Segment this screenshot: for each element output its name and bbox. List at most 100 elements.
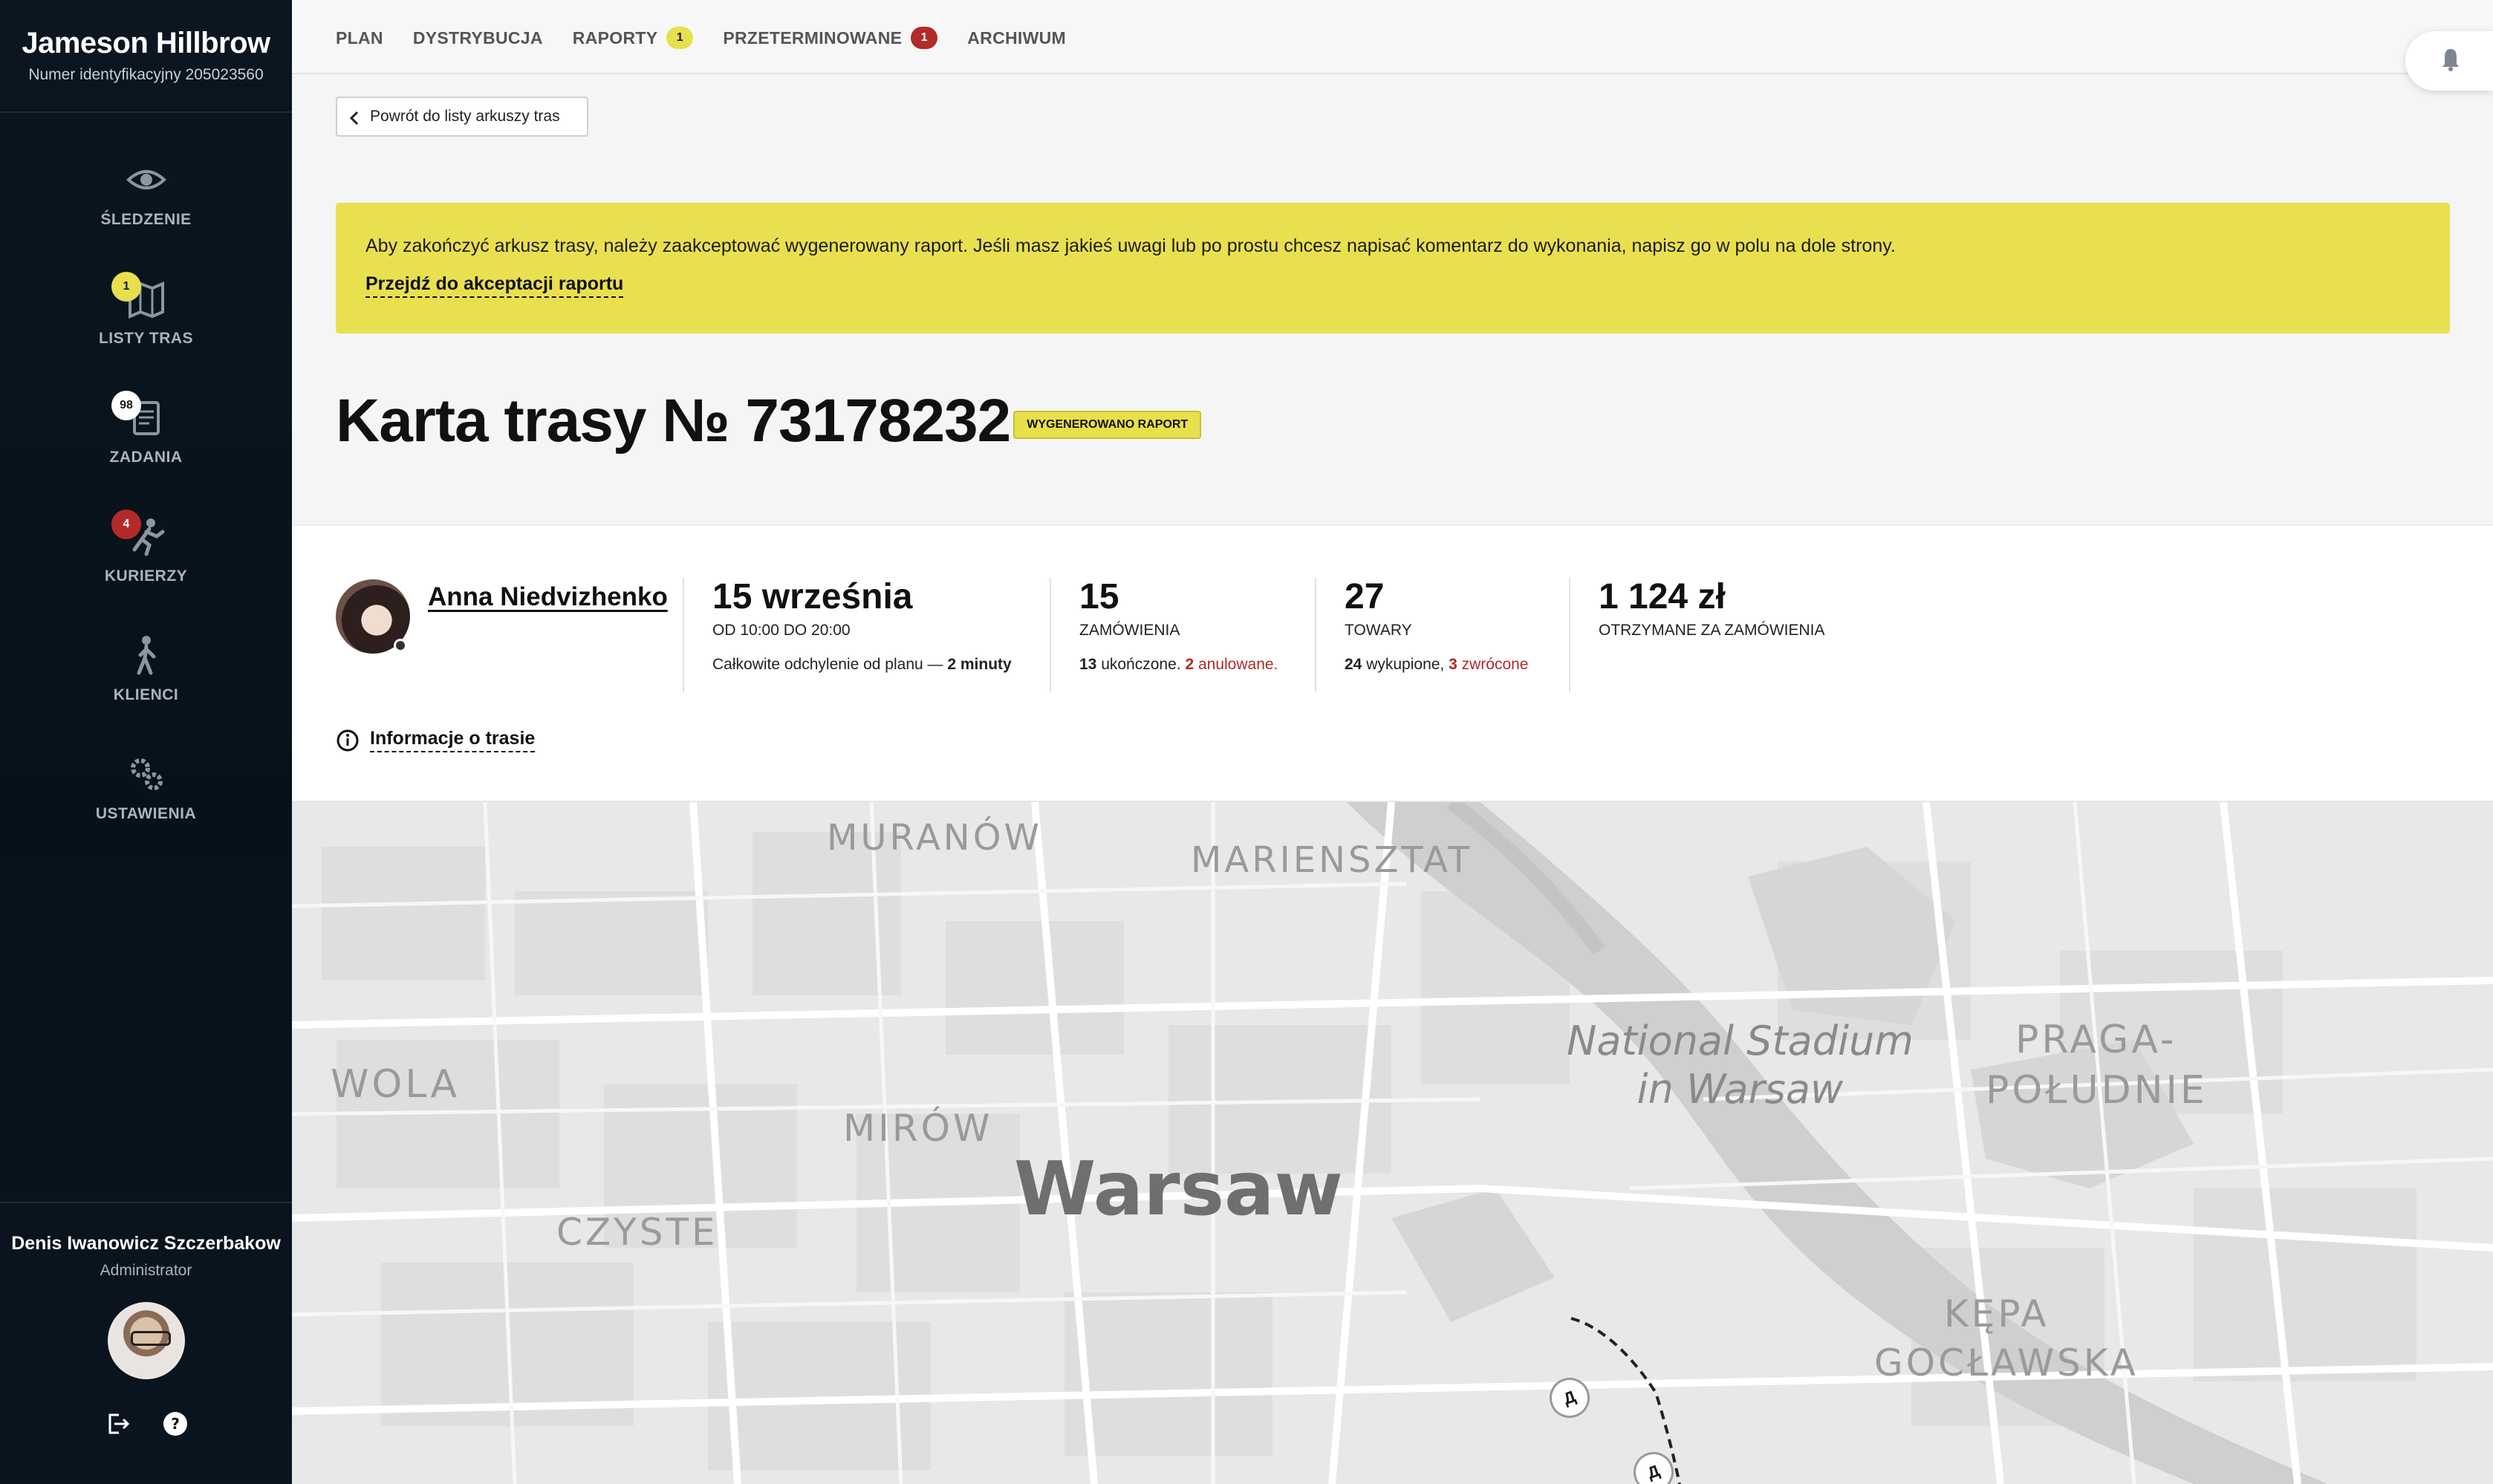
stat-orders-value: 15 (1079, 577, 1119, 616)
orders-cancel-label: anulowane. (1194, 655, 1278, 673)
bell-icon (2442, 49, 2459, 71)
tasks-badge: 98 (111, 391, 141, 420)
poi-line-1: National Stadium (1567, 1018, 1914, 1064)
page-title: Karta trasy № 73178232 (336, 387, 1011, 455)
route-map[interactable]: MURANÓW MARIENSZTAT WOLA MIRÓW CZYSTE PR… (292, 802, 2493, 1484)
courier-name-link[interactable]: Anna Niedvizhenko (428, 582, 668, 612)
stat-money-value: 1 124 zł (1599, 577, 1726, 616)
user-panel: Denis Iwanowicz Szczerbakow Administrato… (0, 1202, 292, 1484)
couriers-badge: 4 (111, 510, 141, 539)
brand[interactable]: Jameson Hillbrow Numer identyfikacyjny 2… (0, 0, 292, 113)
map-label-praga: PRAGA- (2015, 1018, 2177, 1062)
route-info-label: Informacje o trasie (370, 728, 536, 752)
tab-archive[interactable]: ARCHIWUM (967, 27, 1066, 49)
deviation-label: Całkowite odchylenie od planu — (712, 655, 948, 673)
map-label-czyste: CZYSTE (556, 1211, 718, 1254)
stat-date-value: 15 września (712, 577, 913, 616)
stat-date-time: OD 10:00 DO 20:00 (712, 621, 851, 639)
goods-return-label: zwrócone (1457, 655, 1529, 673)
tab-label: PRZETERMINOWANE (723, 27, 903, 48)
back-to-route-lists-button[interactable]: Powrót do listy arkuszy tras (336, 97, 588, 137)
route-summary: Anna Niedvizhenko 15 września OD 10:00 D… (292, 524, 2493, 802)
stat-orders-breakdown: 13 ukończone. 2 anulowane. (1079, 656, 1278, 674)
route-info-toggle[interactable]: Informacje o trasie (336, 728, 536, 752)
status-badge: WYGENEROWANO RAPORT (1013, 411, 1202, 439)
poi-line-2: in Warsaw (1636, 1065, 1844, 1113)
tab-label: RAPORTY (572, 27, 658, 48)
user-name: Denis Iwanowicz Szczerbakow (11, 1233, 281, 1254)
map-label-goclawska: GOCŁAWSKA (1874, 1341, 2139, 1384)
tab-plan[interactable]: PLAN (336, 27, 383, 49)
alert-text: Aby zakończyć arkusz trasy, należy zaakc… (365, 235, 1896, 256)
back-button-label: Powrót do listy arkuszy tras (370, 108, 560, 125)
map-label-poludnie: POŁUDNIE (1986, 1068, 2208, 1113)
tab-label: PLAN (336, 27, 383, 48)
overdue-count-badge: 1 (911, 27, 938, 49)
stat-orders: 15 ZAMÓWIENIA 13 ukończone. 2 anulowane. (1050, 577, 1278, 692)
status-dot (394, 639, 407, 652)
help-icon[interactable]: ? (162, 1410, 189, 1437)
info-icon (337, 729, 359, 751)
top-bar: PLAN DYSTRYBUCJA RAPORTY 1 PRZETERMINOWAN… (292, 0, 2493, 91)
orders-done-count: 13 (1079, 655, 1097, 673)
map-label-wola: WOLA (331, 1062, 461, 1107)
map-poi-stadium: National Stadium in Warsaw (1567, 1018, 1914, 1114)
sidebar-item-settings[interactable]: USTAWIENIA (0, 737, 292, 856)
sidebar-item-couriers[interactable]: 4 KURIERZY (0, 499, 292, 618)
sidebar-item-route-lists[interactable]: 1 LISTY TRAS (0, 261, 292, 380)
sidebar-nav: ŚLEDZENIE 1 LISTY TRAS 98 ZADANIA 4 KURI… (0, 113, 292, 856)
route-lists-badge: 1 (111, 272, 141, 302)
tab-reports[interactable]: RAPORTY 1 (573, 27, 694, 49)
stat-goods-label: TOWARY (1345, 621, 1412, 639)
title-row: Karta trasy № 73178232 WYGENEROWANO RAPO… (336, 386, 1202, 456)
gears-icon (130, 758, 163, 790)
stat-orders-label: ZAMÓWIENIA (1079, 621, 1180, 639)
tab-label: DYSTRYBUCJA (412, 27, 543, 48)
user-avatar[interactable] (107, 1302, 185, 1379)
stat-goods-breakdown: 24 wykupione, 3 zwrócone (1345, 656, 1529, 674)
orders-cancel-count: 2 (1185, 655, 1195, 673)
person-walking-icon (137, 636, 155, 675)
goods-bought-count: 24 (1345, 655, 1362, 673)
sidebar-item-label: USTAWIENIA (95, 805, 197, 822)
main-content: Powrót do listy arkuszy tras Aby zakończ… (292, 76, 2493, 1484)
eye-icon (126, 170, 166, 189)
deviation-value: 2 minuty (947, 655, 1012, 673)
sidebar-item-label: ŚLEDZENIE (100, 211, 192, 228)
map-city-label: Warsaw (1014, 1145, 1343, 1232)
user-role: Administrator (100, 1262, 192, 1279)
app-root: Jameson Hillbrow Numer identyfikacyjny 2… (0, 0, 2493, 1484)
map-label-mirow: MIRÓW (843, 1107, 993, 1150)
user-actions: ? (0, 1410, 292, 1437)
sidebar-item-label: LISTY TRAS (98, 330, 194, 347)
stat-goods-value: 27 (1345, 577, 1385, 616)
tab-overdue[interactable]: PRZETERMINOWANE 1 (723, 27, 938, 49)
stat-money: 1 124 zł OTRZYMANE ZA ZAMÓWIENIA (1569, 577, 1825, 692)
map-label-muranow: MURANÓW (827, 817, 1042, 859)
stat-goods: 27 TOWARY 24 wykupione, 3 zwrócone (1315, 577, 1529, 692)
map-label-mariensztat: MARIENSZTAT (1191, 839, 1473, 881)
goods-return-count: 3 (1449, 655, 1457, 673)
brand-name: Jameson Hillbrow (22, 27, 270, 59)
tab-label: ARCHIWUM (967, 27, 1066, 48)
sidebar-item-clients[interactable]: KLIENCI (0, 618, 292, 737)
sidebar: Jameson Hillbrow Numer identyfikacyjny 2… (0, 0, 292, 1484)
stat-money-label: OTRZYMANE ZA ZAMÓWIENIA (1599, 621, 1825, 639)
sidebar-item-label: KURIERZY (104, 567, 188, 585)
sidebar-item-tracking[interactable]: ŚLEDZENIE (0, 143, 292, 261)
sidebar-item-tasks[interactable]: 98 ZADANIA (0, 380, 292, 499)
tab-distribution[interactable]: DYSTRYBUCJA (413, 27, 543, 49)
brand-id: Numer identyfikacyjny 205023560 (28, 66, 264, 83)
sidebar-item-label: ZADANIA (109, 449, 183, 466)
svg-text:?: ? (171, 1415, 180, 1433)
accept-report-link[interactable]: Przejdź do akceptacji raportu (365, 273, 624, 298)
map-canvas (292, 802, 2493, 1484)
map-label-kepa: KĘPA (1944, 1292, 2050, 1335)
report-alert: Aby zakończyć arkusz trasy, należy zaakc… (336, 203, 2450, 333)
goods-bought-label: wykupione, (1362, 655, 1449, 673)
reports-count-badge: 1 (666, 27, 694, 49)
tab-bar: PLAN DYSTRYBUCJA RAPORTY 1 PRZETERMINOWAN… (336, 27, 1066, 49)
logout-icon[interactable] (104, 1410, 131, 1437)
stat-date-deviation: Całkowite odchylenie od planu — 2 minuty (712, 656, 1012, 674)
chevron-left-icon (349, 111, 359, 126)
